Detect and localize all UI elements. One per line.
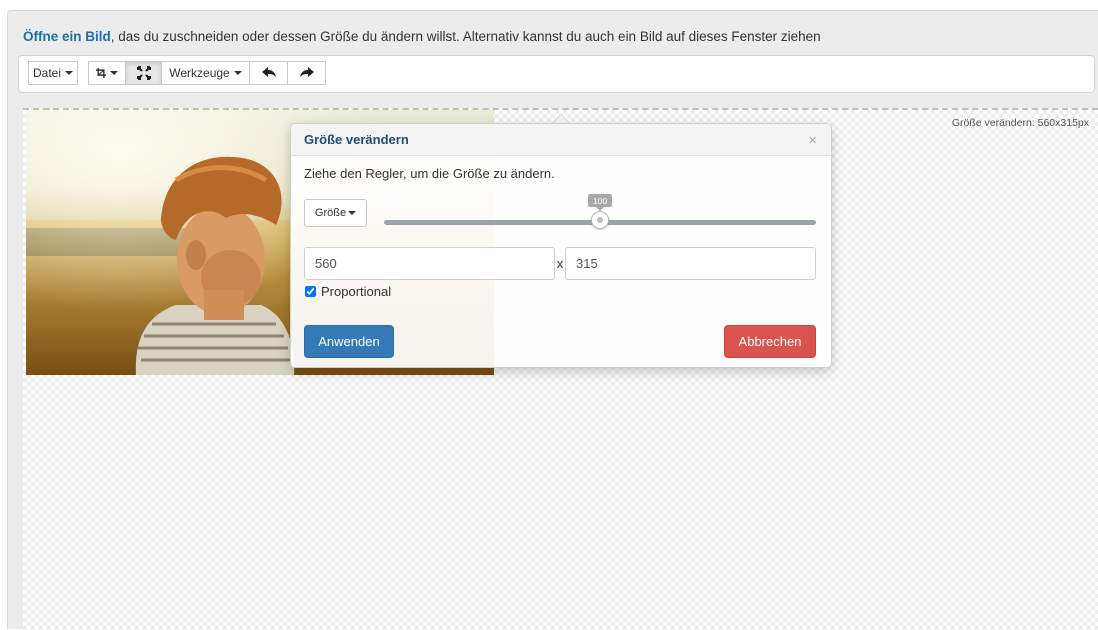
height-input[interactable]	[565, 247, 816, 280]
size-mode-label: Größe	[314, 207, 347, 219]
crop-button[interactable]	[88, 61, 126, 85]
redo-icon	[299, 67, 314, 77]
undo-button[interactable]	[250, 61, 288, 85]
toolbar: Datei Werkzeuge	[18, 55, 1095, 93]
proportional-checkbox[interactable]	[305, 286, 316, 297]
resize-dialog: Größe verändern × Ziehe den Regler, um d…	[290, 123, 832, 368]
tools-menu-button[interactable]: Werkzeuge	[162, 61, 250, 85]
size-slider-handle[interactable]	[591, 211, 609, 229]
tools-menu-label: Werkzeuge	[169, 66, 230, 80]
file-menu-label: Datei	[33, 66, 62, 80]
crop-icon	[96, 68, 106, 78]
file-group: Datei	[28, 61, 78, 87]
edit-group: Werkzeuge	[88, 61, 326, 87]
cancel-button[interactable]: Abbrechen	[724, 325, 816, 358]
intro-text: Öffne ein Bild, das du zuschneiden oder …	[23, 29, 821, 44]
dialog-header: Größe verändern ×	[291, 124, 831, 156]
chevron-down-icon	[233, 71, 242, 75]
chevron-down-icon	[65, 71, 74, 75]
open-image-link[interactable]: Öffne ein Bild	[23, 29, 111, 44]
redo-button[interactable]	[288, 61, 326, 85]
canvas-size-label: Größe verändern: 560x315px	[951, 117, 1089, 129]
dialog-hint: Ziehe den Regler, um die Größe zu ändern…	[304, 166, 555, 181]
resize-button[interactable]	[126, 61, 162, 85]
undo-icon	[261, 67, 276, 77]
proportional-option[interactable]: Proportional	[305, 284, 391, 299]
dimension-separator: x	[556, 256, 564, 271]
chevron-down-icon	[110, 71, 118, 75]
intro-description: , das du zuschneiden oder dessen Größe d…	[110, 29, 821, 44]
popover-arrow	[552, 114, 570, 123]
file-menu-button[interactable]: Datei	[28, 61, 78, 85]
close-icon[interactable]: ×	[808, 133, 817, 148]
resize-icon	[136, 66, 151, 80]
chevron-down-icon	[348, 211, 357, 215]
slider-value-tooltip: 100	[588, 194, 612, 211]
proportional-label: Proportional	[321, 284, 392, 299]
size-mode-dropdown[interactable]: Größe	[304, 199, 367, 227]
width-input[interactable]	[304, 247, 555, 280]
dialog-title: Größe verändern	[304, 132, 409, 147]
apply-button[interactable]: Anwenden	[304, 325, 394, 358]
